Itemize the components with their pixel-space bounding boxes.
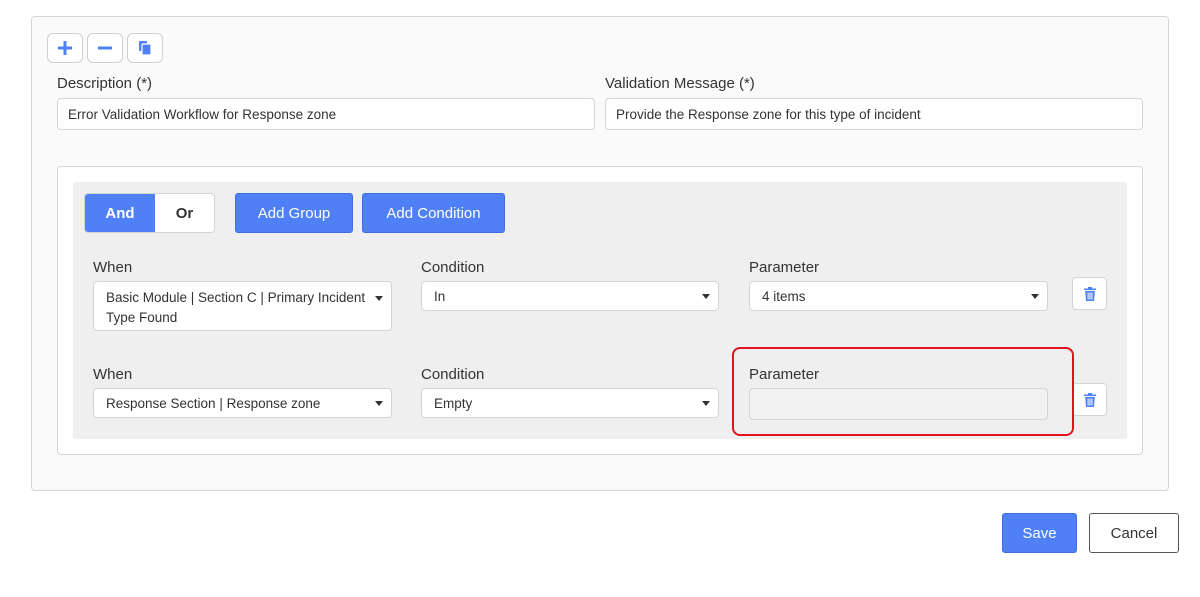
condition-label: Condition bbox=[421, 366, 485, 383]
validation-message-input[interactable]: Provide the Response zone for this type … bbox=[605, 98, 1143, 130]
toolbar bbox=[47, 33, 163, 63]
highlight-box bbox=[732, 347, 1074, 436]
caret-down-icon bbox=[1031, 294, 1039, 299]
remove-button[interactable] bbox=[87, 33, 123, 63]
condition-select[interactable]: In bbox=[421, 281, 719, 311]
description-input[interactable]: Error Validation Workflow for Response z… bbox=[57, 98, 595, 130]
when-label: When bbox=[93, 259, 133, 276]
and-or-toggle: And Or bbox=[84, 193, 215, 233]
description-label: Description (*) bbox=[57, 75, 153, 92]
add-condition-button[interactable]: Add Condition bbox=[362, 193, 505, 233]
add-button[interactable] bbox=[47, 33, 83, 63]
trash-icon bbox=[1083, 286, 1096, 301]
when-label: When bbox=[93, 366, 133, 383]
when-select-value: Response Section | Response zone bbox=[106, 395, 321, 411]
when-select[interactable]: Response Section | Response zone bbox=[93, 388, 392, 418]
copy-button[interactable] bbox=[127, 33, 163, 63]
when-select[interactable]: Basic Module | Section C | Primary Incid… bbox=[93, 281, 392, 331]
copy-icon bbox=[139, 41, 152, 56]
delete-condition-button[interactable] bbox=[1072, 383, 1107, 416]
condition-label: Condition bbox=[421, 259, 485, 276]
parameter-label: Parameter bbox=[749, 259, 820, 276]
caret-down-icon bbox=[375, 296, 383, 301]
caret-down-icon bbox=[702, 401, 710, 406]
add-group-button[interactable]: Add Group bbox=[235, 193, 353, 233]
or-toggle-button[interactable]: Or bbox=[155, 194, 214, 232]
caret-down-icon bbox=[702, 294, 710, 299]
save-button[interactable]: Save bbox=[1002, 513, 1077, 553]
condition-select[interactable]: Empty bbox=[421, 388, 719, 418]
parameter-select-value: 4 items bbox=[762, 288, 806, 304]
plus-icon bbox=[58, 41, 72, 55]
condition-select-value: Empty bbox=[434, 395, 473, 411]
caret-down-icon bbox=[375, 401, 383, 406]
condition-select-value: In bbox=[434, 288, 446, 304]
trash-icon bbox=[1083, 392, 1096, 407]
delete-condition-button[interactable] bbox=[1072, 277, 1107, 310]
and-toggle-button[interactable]: And bbox=[85, 194, 155, 232]
when-select-value: Basic Module | Section C | Primary Incid… bbox=[106, 290, 366, 325]
parameter-select[interactable]: 4 items bbox=[749, 281, 1048, 311]
minus-icon bbox=[98, 46, 112, 50]
validation-message-label: Validation Message (*) bbox=[605, 75, 755, 92]
cancel-button[interactable]: Cancel bbox=[1089, 513, 1179, 553]
